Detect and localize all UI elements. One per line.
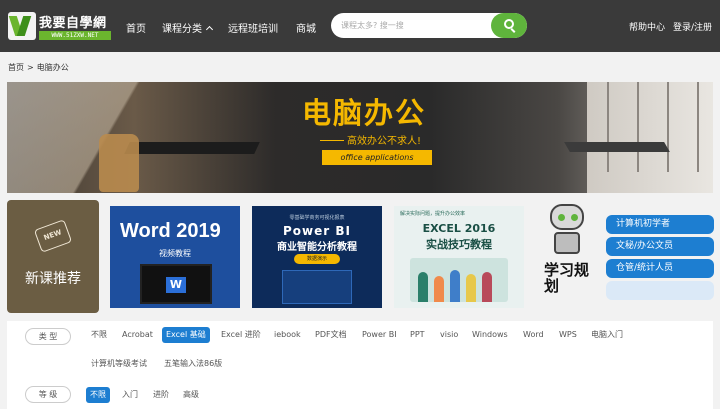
- breadcrumb-home[interactable]: 首页: [8, 63, 24, 72]
- filter-type-option[interactable]: PDF文档: [315, 327, 347, 343]
- site-logo[interactable]: 我要自學網 WWW.51ZXW.NET: [8, 12, 112, 40]
- course-card-title: EXCEL 2016: [422, 222, 496, 235]
- banner-window: [587, 82, 713, 193]
- course-card-subtitle: 商业智能分析教程: [277, 242, 357, 253]
- filter-type-option[interactable]: 计算机等级考试: [91, 356, 147, 372]
- breadcrumb-separator: >: [27, 63, 34, 72]
- banner-table: [564, 142, 670, 152]
- course-card-subtitle: 视频教程: [159, 249, 191, 258]
- filter-type-option[interactable]: 电脑入门: [591, 327, 623, 343]
- filter-level-option-active[interactable]: 不限: [86, 387, 110, 403]
- plan-warehouse-statistics[interactable]: 仓管/统计人员: [606, 259, 714, 278]
- filter-type-label: 类 型: [25, 328, 71, 345]
- plan-computer-beginner[interactable]: 计算机初学者: [606, 215, 714, 234]
- login-register-link[interactable]: 登录/注册: [673, 20, 712, 33]
- filter-type-option[interactable]: 不限: [91, 327, 107, 343]
- course-card-kicker: 零基础学商务可视化报表: [289, 215, 345, 221]
- category-banner: 电脑办公 高效办公不求人! office applications: [7, 82, 713, 193]
- filter-level-option[interactable]: 入门: [122, 387, 138, 403]
- nav-mall[interactable]: 商城: [296, 20, 316, 35]
- course-card-excel-2016[interactable]: 解决实际问题，提升办公效率 EXCEL 2016 实战技巧教程: [394, 206, 524, 308]
- filter-panel: 类 型 不限 Acrobat Excel 基础 Excel 进阶 iebook …: [7, 321, 713, 409]
- filter-type-option[interactable]: 五笔输入法86版: [164, 356, 222, 372]
- new-course-panel[interactable]: NEW 新课推荐: [7, 200, 99, 313]
- course-card-title: Word 2019: [120, 220, 221, 242]
- filter-type-option[interactable]: Acrobat: [122, 327, 153, 343]
- search-button[interactable]: [491, 13, 527, 38]
- dashboard-image: [282, 270, 352, 304]
- course-card-pill: 数据演示: [294, 254, 340, 264]
- logo-name: 我要自學網: [39, 16, 107, 31]
- filter-type-option[interactable]: visio: [440, 327, 458, 343]
- help-center-link[interactable]: 帮助中心: [629, 20, 665, 33]
- banner-title: 电脑办公: [302, 96, 427, 130]
- plan-secretary-clerk[interactable]: 文秘/办公文员: [606, 237, 714, 256]
- nav-remote-training[interactable]: 远程班培训: [228, 20, 278, 35]
- banner-tag: office applications: [322, 150, 432, 165]
- banner-chair: [99, 134, 139, 192]
- logo-mark-icon: [8, 12, 36, 40]
- plan-blank-slot: [606, 281, 714, 300]
- filter-type-option-active[interactable]: Excel 基础: [162, 327, 210, 343]
- search-icon-handle: [510, 28, 516, 33]
- filter-type-option[interactable]: iebook: [274, 327, 301, 343]
- filter-level-option[interactable]: 高级: [183, 387, 199, 403]
- course-card-title: Power BI: [283, 224, 351, 238]
- robot-head-icon: [550, 204, 584, 230]
- nav-course-categories[interactable]: 课程分类: [162, 20, 214, 35]
- breadcrumb-current: 电脑办公: [36, 63, 69, 72]
- search-box: [331, 13, 527, 38]
- banner-subtitle: 高效办公不求人!: [317, 132, 421, 147]
- filter-type-option[interactable]: PPT: [410, 327, 425, 343]
- banner-subtitle-text: 高效办公不求人!: [347, 136, 422, 147]
- study-plan-robot: 学习规划: [540, 204, 594, 308]
- filter-type-option[interactable]: Excel 进阶: [221, 327, 261, 343]
- top-navbar: 我要自學網 WWW.51ZXW.NET 首页 课程分类 远程班培训 商城 帮助中…: [0, 0, 720, 52]
- laptop-image: W: [140, 264, 212, 304]
- logo-url: WWW.51ZXW.NET: [39, 31, 111, 40]
- banner-desk: [124, 142, 260, 154]
- filter-type-option[interactable]: Word: [523, 327, 544, 343]
- breadcrumb: 首页 > 电脑办公: [8, 62, 69, 73]
- filter-level-option[interactable]: 进阶: [153, 387, 169, 403]
- people-illustration: [410, 258, 508, 302]
- robot-body: [554, 232, 580, 254]
- filter-level-label: 等 级: [25, 386, 71, 403]
- filter-type-option[interactable]: WPS: [559, 327, 577, 343]
- nav-course-categories-label: 课程分类: [162, 24, 202, 35]
- new-course-label: 新课推荐: [25, 271, 81, 287]
- nav-home[interactable]: 首页: [126, 20, 146, 35]
- search-icon: [504, 19, 514, 29]
- chevron-up-icon: [205, 25, 214, 34]
- course-card-kicker: 解决实际问题，提升办公效率: [400, 211, 466, 217]
- course-card-power-bi[interactable]: 零基础学商务可视化报表 Power BI 商业智能分析教程 数据演示: [252, 206, 382, 308]
- filter-type-option[interactable]: Windows: [472, 327, 508, 343]
- course-card-word-2019[interactable]: Word 2019 视频教程 W: [110, 206, 240, 308]
- filter-type-option[interactable]: Power BI: [362, 327, 397, 343]
- course-card-subtitle: 实战技巧教程: [426, 238, 492, 251]
- search-input[interactable]: [341, 18, 481, 33]
- word-icon: W: [166, 277, 186, 293]
- study-plan-label: 学习规划: [544, 261, 590, 295]
- new-tag-icon: NEW: [33, 219, 73, 253]
